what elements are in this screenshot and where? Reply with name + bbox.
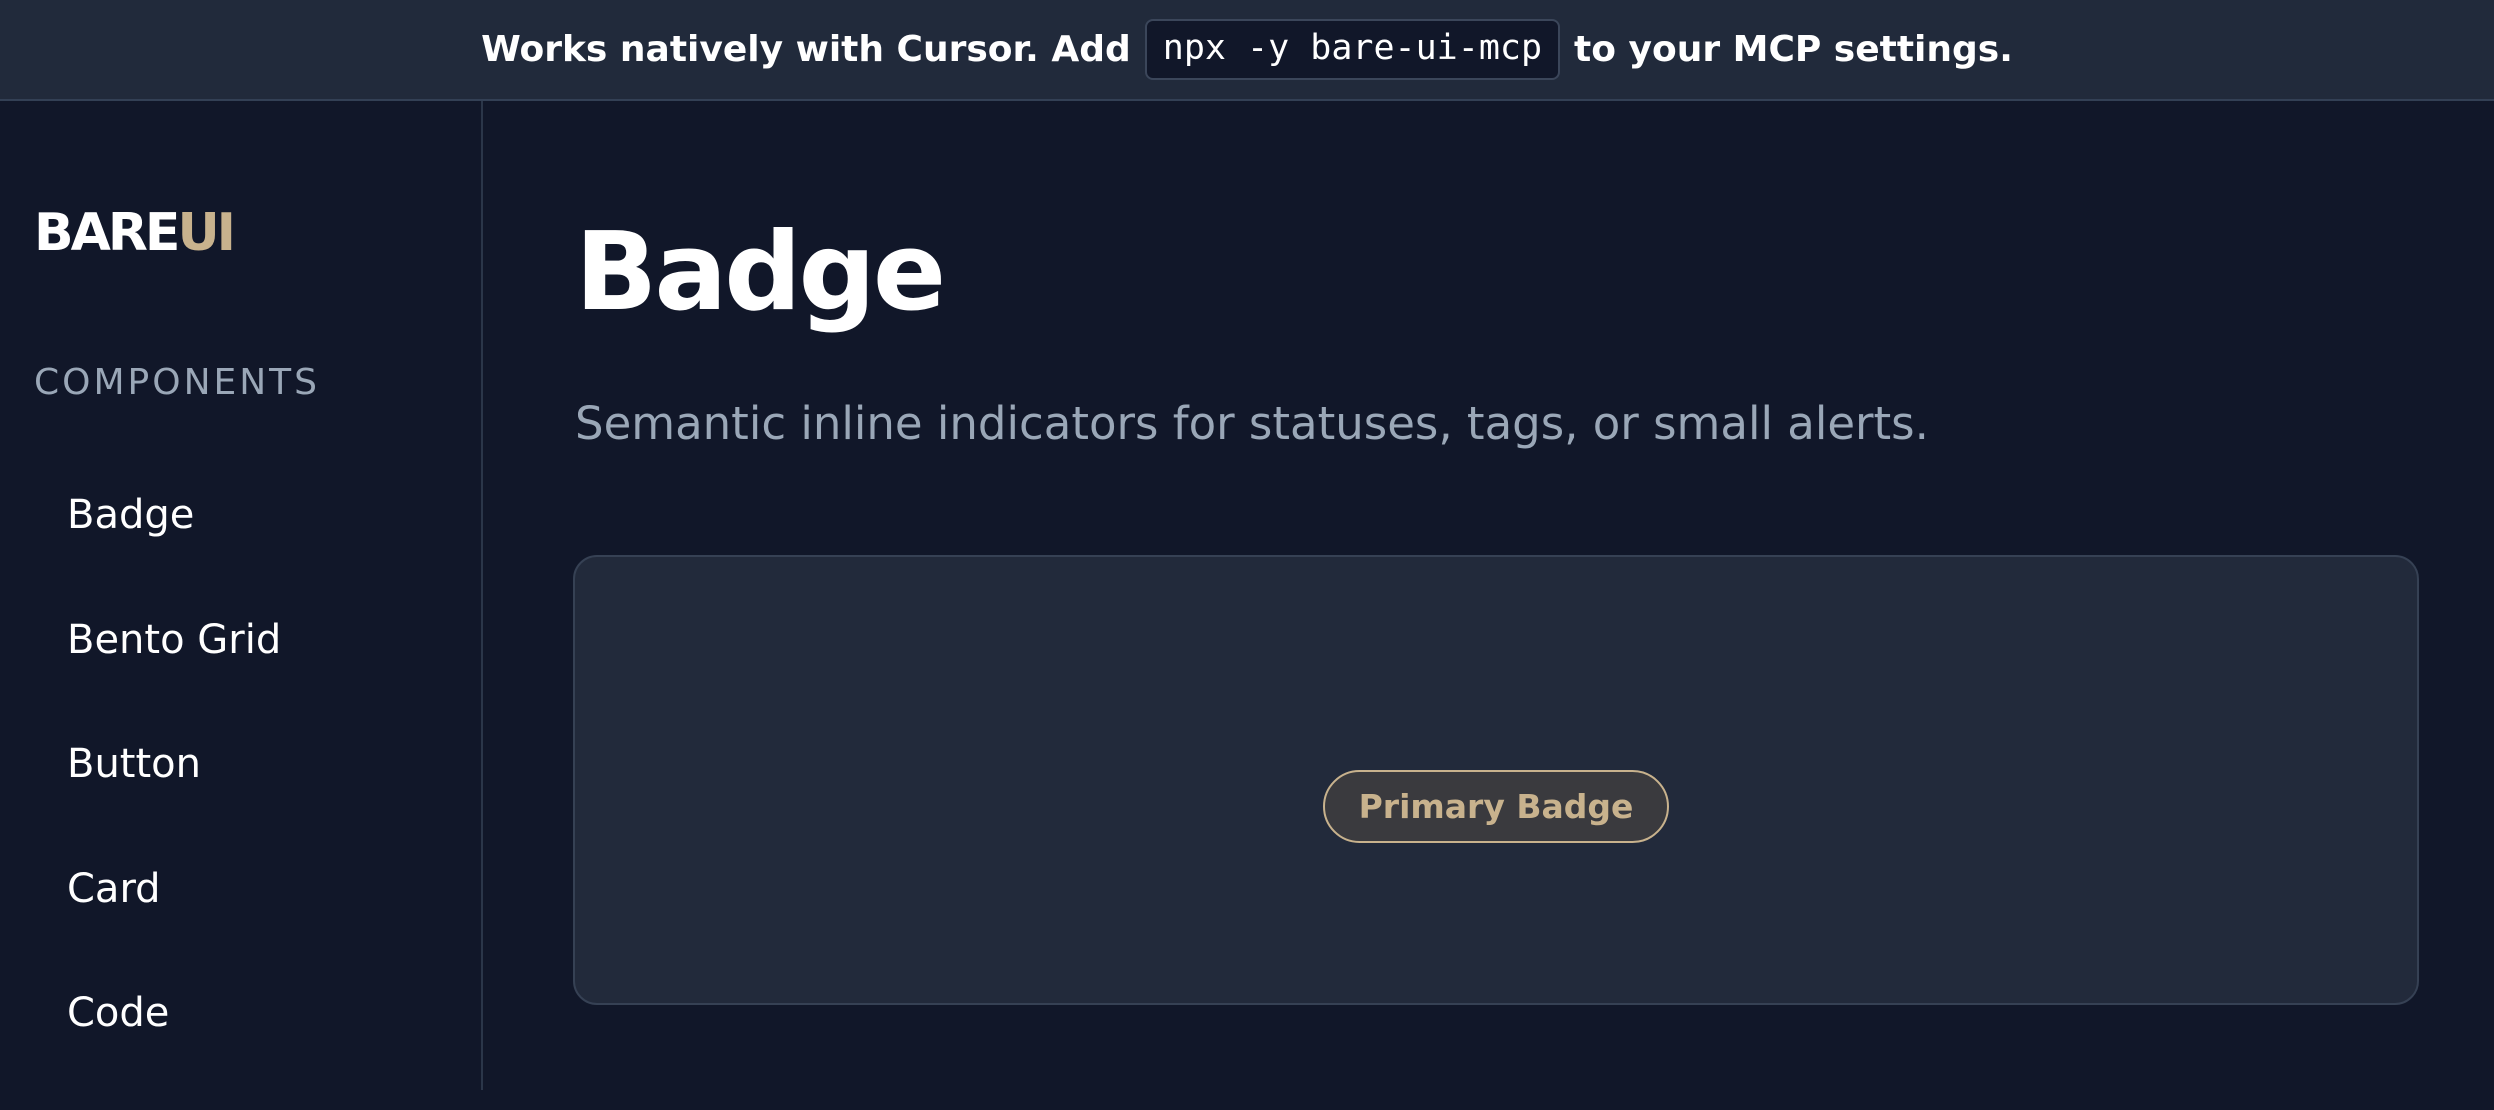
brand-logo-bare: BARE	[34, 203, 180, 263]
sidebar-item-badge[interactable]: Badge	[0, 487, 481, 612]
page-subtitle: Semantic inline indicators for statuses,…	[575, 397, 1929, 450]
sidebar-item-button[interactable]: Button	[0, 736, 481, 861]
primary-badge: Primary Badge	[1322, 769, 1670, 843]
sidebar-item-bento-grid[interactable]: Bento Grid	[0, 612, 481, 737]
components-nav: Badge Bento Grid Button Card Code	[0, 487, 481, 1110]
sidebar-item-label: Badge	[67, 492, 195, 538]
sidebar-item-card[interactable]: Card	[0, 861, 481, 986]
component-preview-panel: Primary Badge	[573, 555, 2419, 1005]
page-title: Badge	[575, 210, 946, 335]
components-section-title: COMPONENTS	[34, 362, 321, 403]
banner-text-after: to your MCP settings.	[1574, 29, 2013, 70]
sidebar: BAREUI COMPONENTS Badge Bento Grid Butto…	[0, 101, 483, 1090]
sidebar-item-label: Code	[67, 990, 170, 1036]
brand-logo-ui: UI	[177, 203, 236, 263]
main-content: Badge Semantic inline indicators for sta…	[485, 101, 2494, 1090]
top-banner: Works natively with Cursor. Add npx -y b…	[0, 0, 2494, 101]
sidebar-item-label: Bento Grid	[67, 616, 282, 663]
mcp-command-code[interactable]: npx -y bare-ui-mcp	[1144, 19, 1561, 80]
sidebar-item-label: Button	[67, 741, 201, 787]
brand-logo[interactable]: BAREUI	[34, 207, 236, 259]
sidebar-item-code[interactable]: Code	[0, 985, 481, 1110]
sidebar-item-label: Card	[67, 865, 161, 912]
banner-text-before: Works natively with Cursor. Add	[481, 29, 1131, 70]
